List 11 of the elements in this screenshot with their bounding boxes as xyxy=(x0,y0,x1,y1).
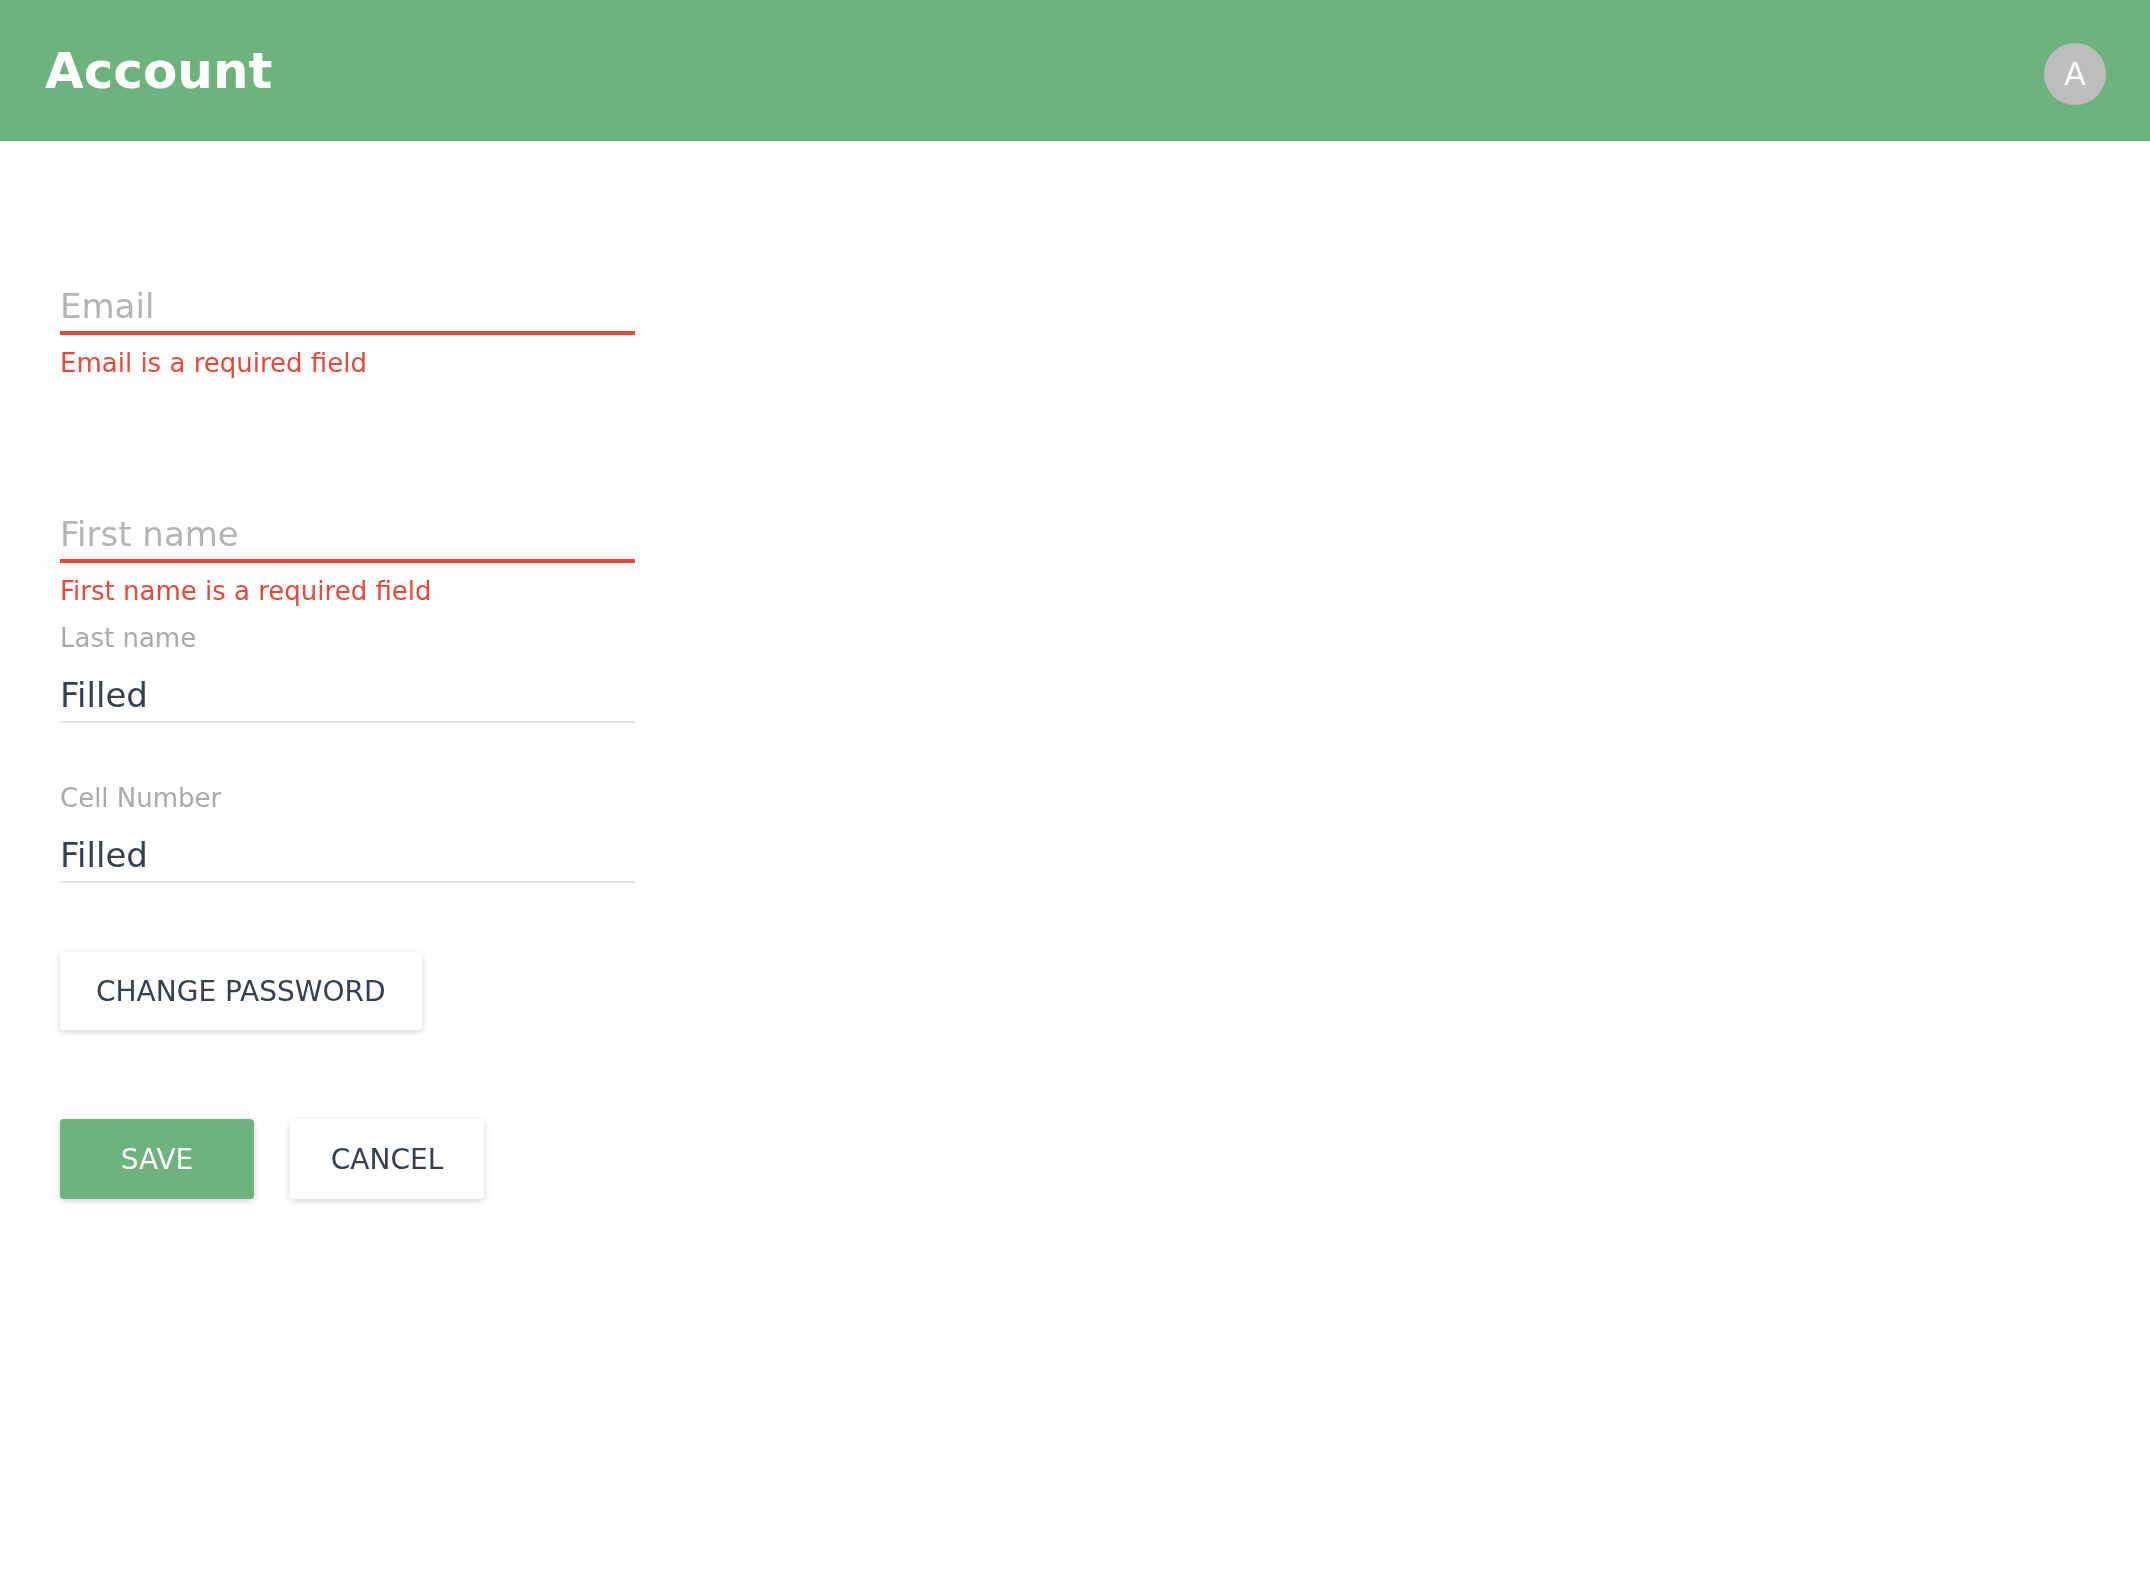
error-message: Email is a required field xyxy=(60,347,367,380)
error-message: First name is a required field xyxy=(60,575,432,608)
change-password-button[interactable]: CHANGE PASSWORD xyxy=(60,952,422,1030)
text-field[interactable]: Email xyxy=(60,281,635,335)
cancel-button[interactable]: CANCEL xyxy=(290,1119,484,1199)
text-field[interactable]: First name xyxy=(60,509,635,563)
text-field[interactable]: Filled xyxy=(60,829,635,883)
text-field[interactable]: Filled xyxy=(60,669,635,723)
field-label: Last name xyxy=(60,622,198,654)
page-title: Account xyxy=(45,40,273,101)
field-label: Cell Number xyxy=(60,782,223,814)
